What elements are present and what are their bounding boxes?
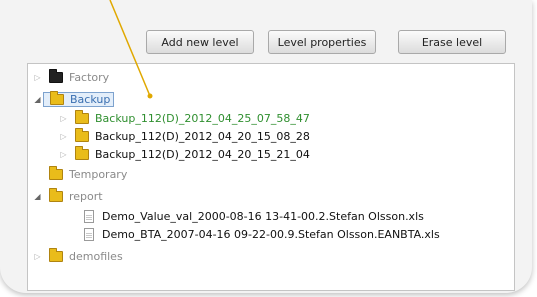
callout-pointer: [109, 0, 153, 99]
callout-dot: [147, 93, 153, 99]
callout-line: [109, 0, 151, 97]
